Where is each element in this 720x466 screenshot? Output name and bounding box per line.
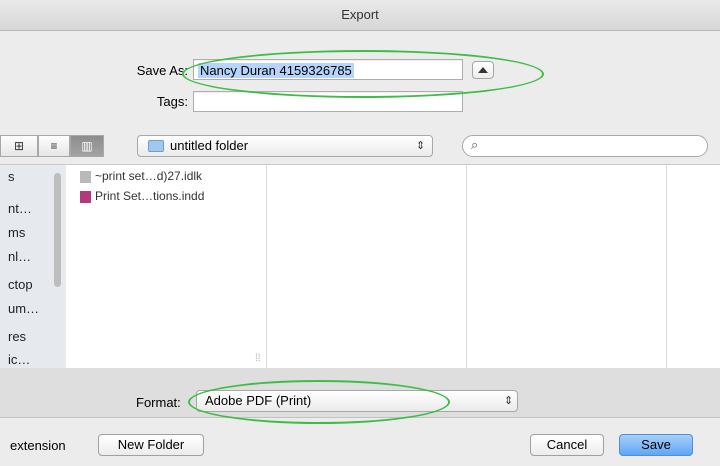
save-button[interactable]: Save [619, 434, 693, 456]
annotation-oval [182, 50, 544, 98]
file-browser: s nt… ms nl… ctop um… res ic… ~print set… [0, 164, 720, 370]
sidebar-item[interactable]: res [8, 329, 26, 344]
list-view-button[interactable]: ≡ [38, 135, 70, 157]
file-item[interactable]: Print Set…tions.indd [95, 189, 204, 203]
column-divider [666, 165, 667, 369]
hide-extension-label[interactable]: extension [10, 438, 66, 453]
sidebar-scrollbar[interactable] [54, 173, 61, 287]
sidebar-item[interactable]: um… [8, 301, 39, 316]
sidebar-item[interactable]: ic… [8, 352, 30, 367]
popup-arrows-icon: ⇕ [504, 395, 514, 407]
list-view-icon: ≡ [50, 139, 58, 153]
column-divider [466, 165, 467, 369]
sidebar-item[interactable]: nt… [8, 201, 32, 216]
folder-icon [148, 140, 164, 152]
sidebar-item[interactable]: ms [8, 225, 25, 240]
tags-label: Tags: [156, 94, 188, 109]
column-view-button[interactable]: ▥ [70, 135, 104, 157]
window-title: Export [341, 7, 379, 22]
location-label: untitled folder [170, 138, 249, 153]
sidebar-item[interactable]: s [8, 169, 15, 184]
search-input[interactable]: ⌕ [462, 135, 708, 157]
idlk-file-icon [80, 171, 91, 183]
format-label: Format: [136, 395, 181, 410]
file-item[interactable]: ~print set…d)27.idlk [95, 169, 202, 183]
grid-view-icon: ⊞ [13, 139, 25, 153]
indd-file-icon [80, 191, 91, 203]
icon-view-button[interactable]: ⊞ [0, 135, 38, 157]
location-popup[interactable]: untitled folder ⇕ [137, 135, 433, 157]
save-as-label: Save As: [136, 63, 188, 78]
sidebar-item[interactable]: ctop [8, 277, 33, 292]
sidebar-item[interactable]: nl… [8, 249, 31, 264]
column-divider [266, 165, 267, 369]
column-resize-grip[interactable]: ⁞⁞ [255, 353, 261, 364]
sidebar: s nt… ms nl… ctop um… res ic… [0, 165, 66, 369]
column-view-icon: ▥ [81, 139, 93, 153]
cancel-button[interactable]: Cancel [530, 434, 604, 456]
new-folder-button[interactable]: New Folder [98, 434, 204, 456]
popup-arrows-icon: ⇕ [416, 140, 426, 152]
annotation-oval [188, 380, 450, 424]
search-icon: ⌕ [471, 137, 479, 152]
